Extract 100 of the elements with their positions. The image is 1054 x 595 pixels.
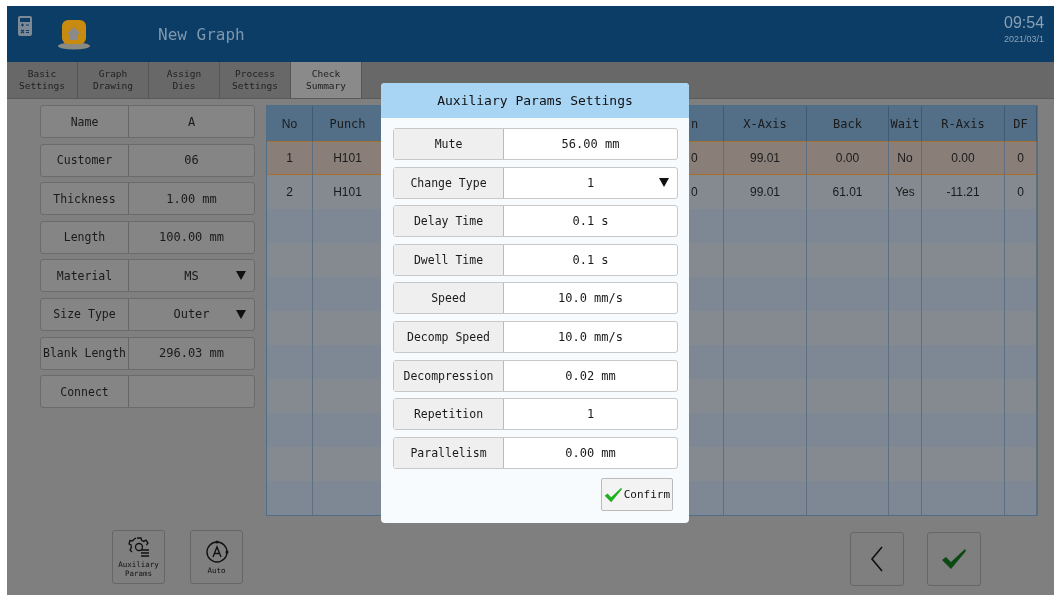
setting-label: Decompression — [394, 360, 504, 391]
table-cell — [267, 209, 313, 243]
setting-label: Parallelism — [394, 437, 504, 468]
input-field[interactable]: 1 — [504, 399, 677, 430]
table-cell — [889, 447, 922, 481]
table-cell — [1005, 447, 1037, 481]
table-cell: H101 — [313, 175, 383, 209]
setting-label: Decomp Speed — [394, 321, 504, 352]
input-field[interactable]: 0.1 s — [504, 244, 677, 275]
table-cell — [313, 447, 383, 481]
dropdown-arrow-icon — [236, 271, 246, 281]
checkmark-icon — [941, 548, 967, 570]
setting-label: Speed — [394, 283, 504, 314]
table-cell — [313, 379, 383, 413]
table-cell: H101 — [313, 141, 383, 175]
confirm-button[interactable]: Confirm — [601, 478, 673, 512]
table-cell — [313, 413, 383, 447]
clock-date: 2021/03/1 — [1004, 34, 1045, 44]
input-field[interactable]: 10.0 mm/s — [504, 321, 677, 352]
dropdown-field[interactable]: Outer — [129, 298, 254, 330]
dropdown-arrow-icon — [659, 178, 669, 188]
input-field[interactable]: 0.02 mm — [504, 360, 677, 391]
table-cell — [889, 413, 922, 447]
setting-label: Dwell Time — [394, 244, 504, 275]
field-label: Connect — [41, 376, 129, 408]
dropdown-field[interactable]: MS — [129, 260, 254, 292]
column-header: Punch — [313, 106, 383, 141]
table-cell: No — [889, 141, 922, 175]
table-cell — [1005, 345, 1037, 379]
setting-label: Delay Time — [394, 206, 504, 237]
home-icon[interactable] — [56, 18, 92, 50]
table-cell — [889, 243, 922, 277]
table-cell — [267, 413, 313, 447]
table-cell — [1005, 209, 1037, 243]
table-cell — [313, 209, 383, 243]
table-cell — [267, 345, 313, 379]
input-field[interactable]: 06 — [129, 144, 254, 176]
field-label: Size Type — [41, 298, 129, 330]
input-field[interactable]: 10.0 mm/s — [504, 283, 677, 314]
input-field[interactable]: 0.1 s — [504, 206, 677, 237]
table-cell: 1 — [267, 141, 313, 175]
table-cell: 61.01 — [807, 175, 889, 209]
column-header: X-Axis — [724, 106, 807, 141]
calculator-icon[interactable] — [18, 16, 32, 36]
field-label: Thickness — [41, 183, 129, 215]
table-cell — [889, 277, 922, 311]
screen-title: New Graph — [158, 24, 245, 44]
input-field[interactable]: 296.03 mm — [129, 337, 254, 369]
table-cell: 99.01 — [724, 141, 807, 175]
column-header: Back — [807, 106, 889, 141]
table-cell — [267, 379, 313, 413]
table-cell: -11.21 — [922, 175, 1005, 209]
back-button[interactable] — [850, 532, 904, 586]
field-label: Material — [41, 260, 129, 292]
gear-list-icon — [127, 536, 150, 558]
table-cell — [313, 481, 383, 515]
table-cell — [889, 481, 922, 515]
table-cell — [889, 379, 922, 413]
tab[interactable]: Check Summary — [291, 62, 362, 98]
input-field[interactable]: A — [129, 106, 254, 137]
table-cell — [267, 243, 313, 277]
table-cell — [1005, 243, 1037, 277]
column-header: R-Axis — [922, 106, 1005, 141]
checkmark-icon — [604, 485, 623, 504]
table-cell: 0 — [1005, 141, 1037, 175]
setting-label: Change Type — [394, 167, 504, 198]
table-cell — [889, 311, 922, 345]
chevron-left-icon — [870, 546, 884, 572]
dialog-title: Auxiliary Params Settings — [381, 83, 689, 118]
input-field[interactable]: 1.00 mm — [129, 183, 254, 215]
table-cell — [1005, 277, 1037, 311]
dropdown-arrow-icon — [236, 309, 246, 319]
auto-mode-icon — [204, 539, 229, 564]
table-cell — [889, 345, 922, 379]
input-field[interactable]: 100.00 mm — [129, 221, 254, 253]
setting-label: Mute — [394, 129, 504, 159]
setting-label: Repetition — [394, 399, 504, 430]
table-cell — [1005, 311, 1037, 345]
table-cell — [1005, 413, 1037, 447]
table-cell — [1005, 379, 1037, 413]
confirm-button[interactable] — [927, 532, 981, 586]
clock-time: 09:54 — [1004, 14, 1045, 32]
column-header: Wait — [889, 106, 922, 141]
field-label: Blank Length — [41, 337, 129, 369]
table-cell — [889, 209, 922, 243]
table-cell — [1005, 481, 1037, 515]
table-cell: 99.01 — [724, 175, 807, 209]
table-cell: 0.00 — [807, 141, 889, 175]
table-cell: 2 — [267, 175, 313, 209]
field-label: Customer — [41, 144, 129, 176]
table-cell — [313, 243, 383, 277]
table-cell: Yes — [889, 175, 922, 209]
table-cell: 0.00 — [922, 141, 1005, 175]
input-field[interactable]: 0.00 mm — [504, 437, 677, 468]
table-cell: 0 — [1005, 175, 1037, 209]
column-header: DF — [1005, 106, 1037, 141]
table-cell — [267, 277, 313, 311]
table-cell — [313, 345, 383, 379]
table-cell — [267, 481, 313, 515]
table-cell — [267, 311, 313, 345]
